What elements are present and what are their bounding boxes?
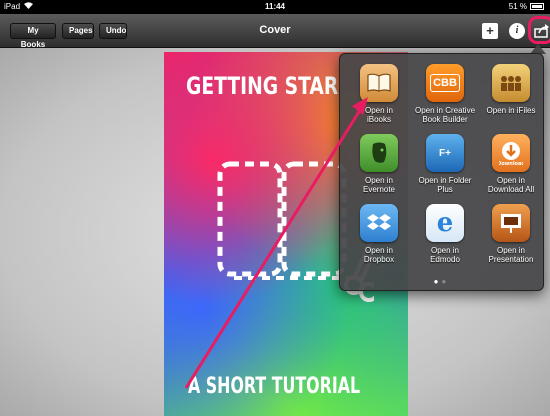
status-bar: iPad 11:44 51 % [0, 0, 550, 14]
open-in-ifiles[interactable]: Open in iFiles [479, 64, 543, 134]
open-in-ibooks[interactable]: Open in iBooks [347, 64, 411, 134]
open-in-presentation[interactable]: Open in Presentation [479, 204, 543, 274]
status-time: 11:44 [264, 2, 286, 11]
open-in-evernote[interactable]: Open in Evernote [347, 134, 411, 204]
open-in-edmodo[interactable]: e Open in Edmodo [413, 204, 477, 274]
app-grid: Open in iBooks CBB Open in Creative Book B… [347, 64, 543, 274]
open-in-popover: Open in iBooks CBB Open in Creative Book B… [339, 53, 544, 291]
cover-title: GETTING STAR [186, 72, 339, 100]
info-icon[interactable]: i [509, 23, 525, 39]
edmodo-icon[interactable]: e [426, 204, 464, 242]
download-icon[interactable]: Download [492, 134, 530, 172]
app-label: Open in Evernote [362, 176, 396, 194]
cover-subtitle: A SHORT TUTORIAL [188, 374, 361, 399]
page-title: Cover [259, 24, 291, 36]
app-label: Open in iFiles [486, 106, 536, 115]
evernote-icon[interactable] [360, 134, 398, 172]
open-in-folder-plus[interactable]: F+ Open in Folder Plus [413, 134, 477, 204]
folder-plus-icon[interactable]: F+ [426, 134, 464, 172]
open-in-creative-book-builder[interactable]: CBB Open in Creative Book Builder [413, 64, 477, 134]
app-label: Open in Creative Book Builder [414, 106, 476, 124]
open-in-download-all[interactable]: Download Open inDownload All [479, 134, 543, 204]
app-label: Open in Folder Plus [418, 176, 472, 194]
app-label: Open in Edmodo [430, 246, 460, 264]
page-indicator[interactable]: ●● [340, 277, 543, 286]
battery-label: 51 % [508, 2, 527, 11]
ibooks-icon[interactable] [360, 64, 398, 102]
status-right: 51 % [509, 2, 544, 11]
svg-text:Download: Download [499, 161, 523, 166]
cbb-icon[interactable]: CBB [426, 64, 464, 102]
plus-icon[interactable]: + [482, 23, 498, 39]
share-button-highlight [528, 16, 550, 44]
dropbox-icon[interactable] [360, 204, 398, 242]
app-label: Open in Presentation [488, 246, 534, 264]
app-label: Open in Download All [487, 176, 535, 194]
app-label: Open in Dropbox [363, 246, 395, 264]
open-in-dropbox[interactable]: Open in Dropbox [347, 204, 411, 274]
battery-icon [530, 3, 544, 10]
app-label: Open in iBooks [364, 106, 394, 124]
presentation-icon[interactable] [492, 204, 530, 242]
toolbar: My Books Pages Undo Cover + i [0, 14, 550, 49]
ifiles-icon[interactable] [492, 64, 530, 102]
